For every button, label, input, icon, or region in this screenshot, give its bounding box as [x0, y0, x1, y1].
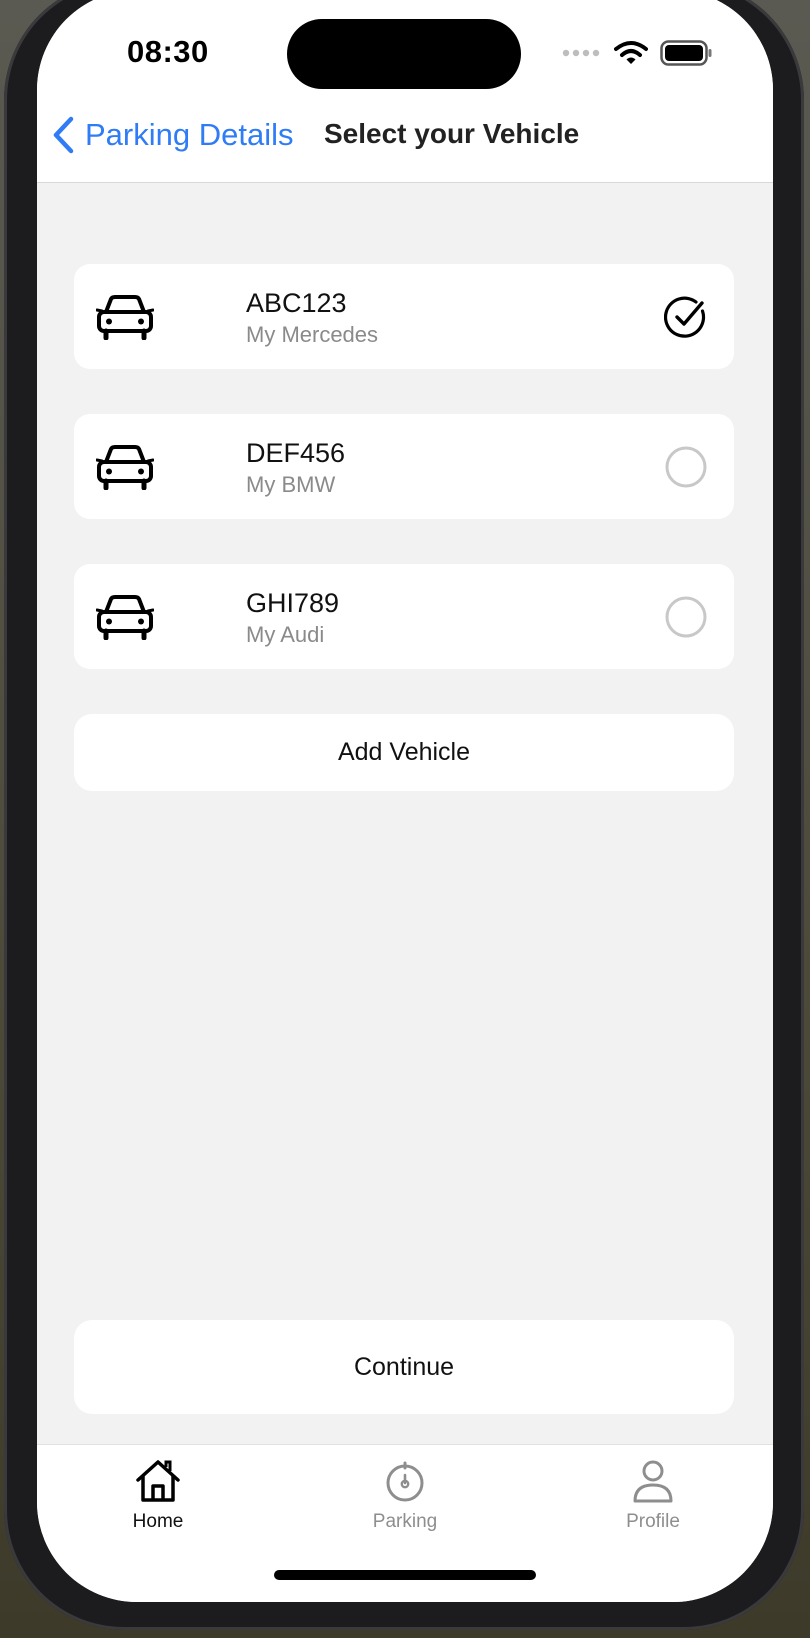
wifi-icon	[614, 41, 648, 64]
home-indicator[interactable]	[274, 1570, 536, 1580]
tab-profile-label: Profile	[626, 1511, 680, 1532]
car-icon	[96, 295, 154, 340]
parking-timer-icon	[386, 1461, 424, 1502]
vehicle-plate: DEF456	[246, 438, 346, 468]
cellular-signal-icon	[562, 49, 600, 57]
app-screen: 08:30 Parking Details Select your Vehicl…	[37, 0, 773, 1602]
vehicle-plate: GHI789	[246, 588, 340, 618]
battery-icon	[660, 40, 712, 66]
tab-profile[interactable]: Profile	[583, 1459, 723, 1549]
home-icon	[136, 1460, 180, 1502]
back-button[interactable]: Parking Details	[51, 110, 293, 160]
continue-button[interactable]: Continue	[74, 1320, 734, 1414]
dynamic-island	[287, 19, 521, 89]
radio-unselected-icon[interactable]	[664, 445, 708, 489]
page-title: Select your Vehicle	[324, 118, 580, 149]
navigation-bar: Parking Details Select your Vehicle	[37, 100, 773, 183]
vehicle-nickname: My Audi	[246, 622, 325, 647]
vehicle-card-def456[interactable]: DEF456 My BMW	[74, 414, 734, 519]
vehicle-card-ghi789[interactable]: GHI789 My Audi	[74, 564, 734, 669]
vehicle-plate: ABC123	[246, 288, 347, 318]
status-time: 08:30	[127, 34, 209, 69]
car-icon	[96, 445, 154, 490]
profile-icon	[633, 1460, 673, 1503]
status-icons	[562, 38, 712, 68]
tab-home-label: Home	[132, 1511, 184, 1532]
car-icon	[96, 595, 154, 640]
add-vehicle-button[interactable]: Add Vehicle	[74, 714, 734, 791]
back-button-label: Parking Details	[85, 117, 294, 152]
chevron-left-icon	[53, 116, 74, 154]
tab-home[interactable]: Home	[88, 1459, 228, 1549]
vehicle-nickname: My BMW	[246, 472, 336, 497]
tab-parking[interactable]: Parking	[335, 1459, 475, 1549]
check-circle-icon[interactable]	[664, 295, 708, 339]
vehicle-nickname: My Mercedes	[246, 322, 379, 347]
radio-unselected-icon[interactable]	[664, 595, 708, 639]
status-bar: 08:30	[37, 0, 773, 110]
tab-parking-label: Parking	[372, 1511, 438, 1532]
vehicle-card-abc123[interactable]: ABC123 My Mercedes	[74, 264, 734, 369]
